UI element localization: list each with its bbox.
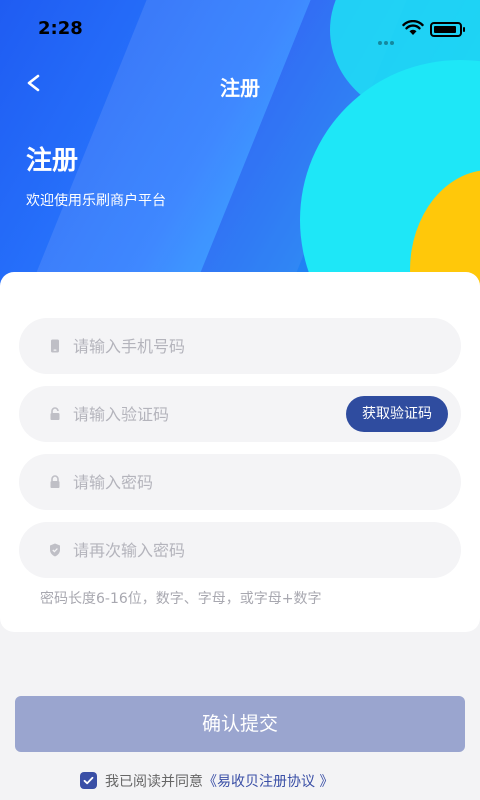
agreement-checkbox[interactable] [80, 772, 97, 789]
agreement-link[interactable]: 《易收贝注册协议 》 [203, 774, 333, 790]
status-bar: 2:28 [0, 0, 480, 54]
code-input[interactable] [73, 396, 333, 432]
hero-subtitle: 欢迎使用乐刷商户平台 [26, 193, 166, 209]
unlock-icon [50, 407, 60, 420]
signal-icon [378, 30, 400, 45]
hero-title: 注册 [26, 146, 79, 176]
get-code-button[interactable]: 获取验证码 [346, 396, 448, 432]
confirm-password-field [19, 522, 461, 578]
check-icon [83, 776, 94, 785]
password-field [19, 454, 461, 510]
phone-field [19, 318, 461, 374]
battery-icon [430, 22, 465, 37]
password-hint: 密码长度6-16位，数字、字母，或字母+数字 [40, 591, 322, 607]
register-form-card: 获取验证码 密码长度6-16位，数字、字母，或字母+数字 [0, 272, 480, 632]
phone-icon [51, 339, 59, 353]
page-title: 注册 [220, 76, 260, 100]
password-input[interactable] [73, 464, 333, 500]
status-time: 2:28 [38, 18, 83, 39]
lock-icon [50, 475, 60, 488]
agreement-text: 我已阅读并同意 [105, 774, 203, 790]
confirm-password-input[interactable] [73, 532, 333, 568]
submit-button[interactable]: 确认提交 [15, 696, 465, 752]
code-field: 获取验证码 [19, 386, 461, 442]
nav-bar: 注册 [0, 60, 480, 108]
wifi-icon [402, 20, 424, 35]
phone-input[interactable] [73, 328, 333, 364]
shield-icon [50, 543, 60, 557]
